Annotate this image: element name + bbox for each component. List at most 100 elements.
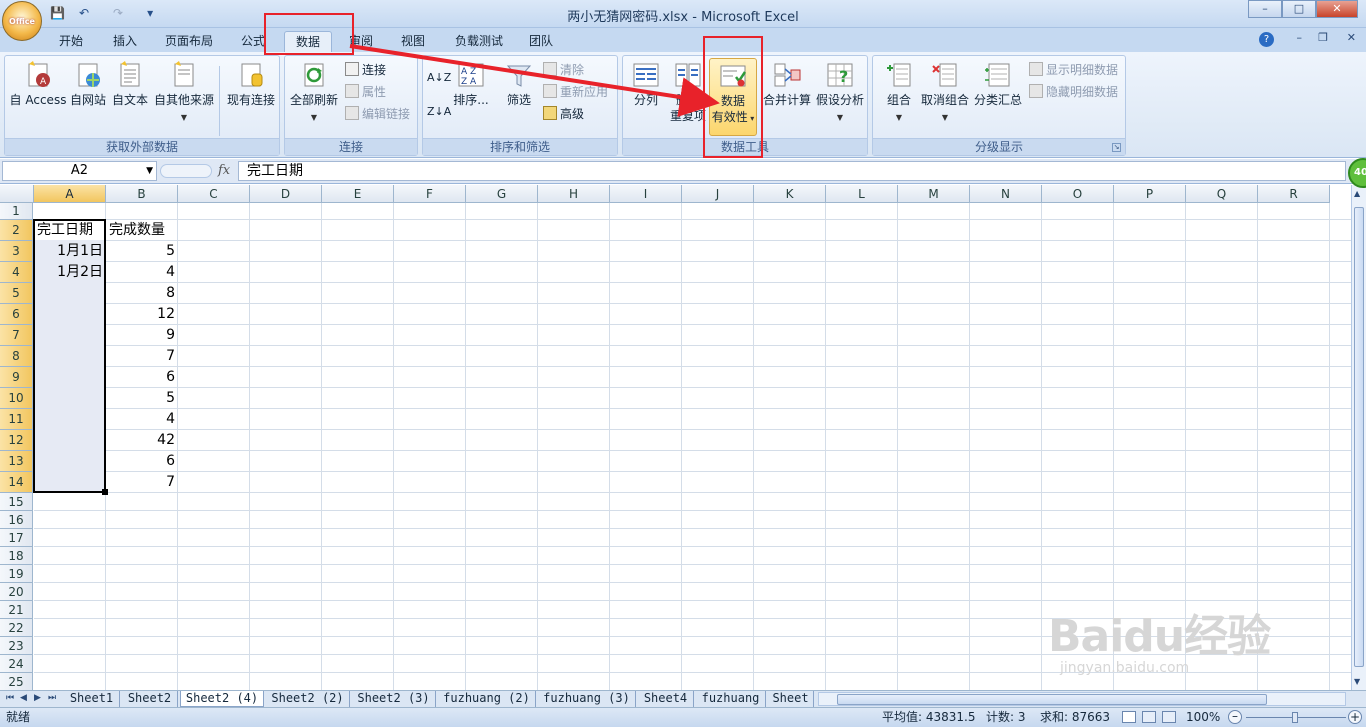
column-header-F[interactable]: F: [394, 185, 466, 203]
tab-home[interactable]: 开始: [50, 31, 92, 52]
sheet-tab[interactable]: Sheet2: [122, 691, 178, 707]
row-header-21[interactable]: 21: [0, 601, 33, 619]
cell-B14[interactable]: 7: [106, 472, 178, 493]
text-to-columns-button[interactable]: 分列: [625, 58, 667, 108]
horizontal-scroll-thumb[interactable]: [837, 694, 1267, 705]
column-header-C[interactable]: C: [178, 185, 250, 203]
column-header-P[interactable]: P: [1114, 185, 1186, 203]
from-text-button[interactable]: 自文本: [109, 58, 151, 108]
column-header-I[interactable]: I: [610, 185, 682, 203]
column-header-G[interactable]: G: [466, 185, 538, 203]
cell-B9[interactable]: 6: [106, 367, 178, 388]
vertical-scroll-thumb[interactable]: [1354, 207, 1364, 667]
name-box[interactable]: A2 ▼: [2, 161, 157, 181]
column-header-N[interactable]: N: [970, 185, 1042, 203]
column-header-Q[interactable]: Q: [1186, 185, 1258, 203]
data-validation-button[interactable]: 数据 有效性 ▾: [709, 58, 757, 136]
cell-A4[interactable]: 1月2日: [34, 262, 106, 283]
what-if-analysis-button[interactable]: ? 假设分析 ▼: [813, 58, 867, 126]
workbook-restore-button[interactable]: ❐: [1318, 31, 1328, 44]
tab-view[interactable]: 视图: [392, 31, 434, 52]
select-all-corner[interactable]: [0, 185, 34, 203]
dialog-launcher-icon[interactable]: ↘: [1112, 143, 1121, 152]
from-other-sources-button[interactable]: 自其他来源 ▼: [151, 58, 217, 126]
column-header-D[interactable]: D: [250, 185, 322, 203]
filter-button[interactable]: 筛选: [499, 58, 539, 108]
row-header-17[interactable]: 17: [0, 529, 33, 547]
consolidate-button[interactable]: 合并计算: [761, 58, 813, 108]
row-header-25[interactable]: 25: [0, 673, 33, 690]
sheet-tab[interactable]: Sheet1: [64, 691, 120, 707]
column-header-J[interactable]: J: [682, 185, 754, 203]
column-header-K[interactable]: K: [754, 185, 826, 203]
refresh-all-button[interactable]: 全部刷新 ▼: [287, 58, 341, 126]
workbook-close-button[interactable]: ✕: [1347, 31, 1356, 44]
row-header-10[interactable]: 10: [0, 388, 33, 409]
office-button[interactable]: Office: [2, 1, 42, 41]
sheet-tab[interactable]: fuzhuang (2): [438, 691, 536, 707]
page-break-view-icon[interactable]: [1162, 711, 1176, 723]
ungroup-button[interactable]: 取消组合 ▼: [919, 58, 971, 126]
help-icon[interactable]: ?: [1259, 32, 1274, 47]
workbook-minimize-button[interactable]: –: [1297, 31, 1303, 44]
row-header-5[interactable]: 5: [0, 283, 33, 304]
sheet-tab[interactable]: Sheet4: [638, 691, 694, 707]
sheet-tab[interactable]: Sheet2 (3): [352, 691, 436, 707]
subtotal-button[interactable]: 分类汇总: [971, 58, 1025, 108]
formula-input[interactable]: 完工日期: [238, 161, 1346, 181]
minimize-button[interactable]: –: [1248, 0, 1282, 18]
vertical-scrollbar[interactable]: ▲ ▼: [1351, 185, 1366, 690]
first-sheet-icon[interactable]: ⏮: [6, 693, 14, 703]
zoom-in-icon[interactable]: +: [1348, 710, 1362, 724]
column-header-A[interactable]: A: [34, 185, 106, 203]
group-button[interactable]: 组合 ▼: [877, 58, 921, 126]
scroll-down-icon[interactable]: ▼: [1354, 677, 1360, 686]
sheet-tab[interactable]: fuzhuang: [696, 691, 766, 707]
cell-B3[interactable]: 5: [106, 241, 178, 262]
sheet-tab-active[interactable]: Sheet2 (4): [180, 691, 264, 707]
row-header-3[interactable]: 3: [0, 241, 33, 262]
column-header-B[interactable]: B: [106, 185, 178, 203]
row-header-16[interactable]: 16: [0, 511, 33, 529]
row-header-23[interactable]: 23: [0, 637, 33, 655]
row-header-15[interactable]: 15: [0, 493, 33, 511]
row-header-4[interactable]: 4: [0, 262, 33, 283]
column-header-E[interactable]: E: [322, 185, 394, 203]
prev-sheet-icon[interactable]: ◀: [20, 693, 27, 703]
tab-insert[interactable]: 插入: [104, 31, 146, 52]
zoom-slider-thumb[interactable]: [1292, 712, 1298, 723]
sheet-tab[interactable]: fuzhuang (3): [538, 691, 636, 707]
tab-page-layout[interactable]: 页面布局: [158, 31, 220, 52]
insert-function-icon[interactable]: fx: [218, 163, 230, 178]
tab-load-test[interactable]: 负载测试: [448, 31, 510, 52]
page-layout-view-icon[interactable]: [1142, 711, 1156, 723]
row-header-18[interactable]: 18: [0, 547, 33, 565]
cell-A2[interactable]: 完工日期: [34, 220, 106, 241]
from-access-button[interactable]: A 自 Access: [7, 58, 69, 108]
chevron-down-icon[interactable]: ▼: [146, 162, 153, 180]
row-header-24[interactable]: 24: [0, 655, 33, 673]
sheet-tab[interactable]: Sheet2 (2): [266, 691, 350, 707]
last-sheet-icon[interactable]: ⏭: [48, 693, 56, 703]
normal-view-icon[interactable]: [1122, 711, 1136, 723]
row-header-13[interactable]: 13: [0, 451, 33, 472]
cell-A3[interactable]: 1月1日: [34, 241, 106, 262]
maximize-button[interactable]: □: [1282, 0, 1316, 18]
cell-B12[interactable]: 42: [106, 430, 178, 451]
column-header-L[interactable]: L: [826, 185, 898, 203]
zoom-out-icon[interactable]: –: [1228, 710, 1242, 724]
row-header-22[interactable]: 22: [0, 619, 33, 637]
cell-B7[interactable]: 9: [106, 325, 178, 346]
tab-review[interactable]: 审阅: [340, 31, 382, 52]
column-header-R[interactable]: R: [1258, 185, 1330, 203]
cell-B4[interactable]: 4: [106, 262, 178, 283]
column-header-M[interactable]: M: [898, 185, 970, 203]
row-header-11[interactable]: 11: [0, 409, 33, 430]
cell-B2[interactable]: 完成数量: [106, 220, 178, 241]
formula-bar-expand-handle[interactable]: [160, 164, 212, 178]
row-header-2[interactable]: 2: [0, 220, 33, 241]
remove-duplicates-button[interactable]: 删除 重复项: [667, 58, 709, 124]
sheet-tab[interactable]: Sheet: [768, 691, 814, 707]
cell-B6[interactable]: 12: [106, 304, 178, 325]
existing-connections-button[interactable]: 现有连接: [223, 58, 279, 108]
